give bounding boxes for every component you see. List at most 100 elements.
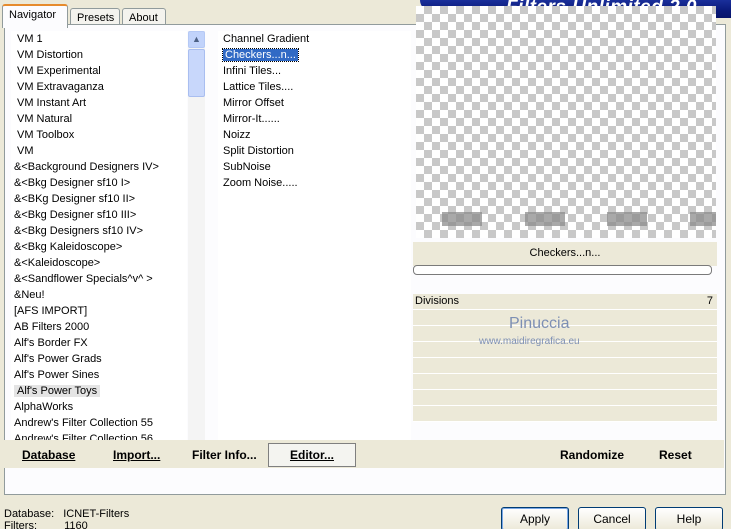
status-database: Database: ICNET-Filters [4, 508, 129, 520]
database-label: Database [22, 448, 76, 462]
category-item-label: &<Bkg Designer sf10 I> [14, 177, 131, 189]
tab-navigator-label: Navigator [9, 9, 57, 21]
filter-item[interactable]: Checkers...n... [218, 47, 411, 63]
apply-button[interactable]: Apply [501, 507, 569, 529]
filter-item[interactable]: SubNoise [218, 159, 411, 175]
category-item[interactable]: &<Bkg Designers sf10 IV> [11, 223, 187, 239]
param-row-divisions[interactable]: Divisions 7 [413, 294, 717, 310]
import-label: Import... [113, 448, 161, 462]
status-filters-value: 1160 [64, 520, 88, 529]
help-label: Help [676, 512, 702, 526]
filter-item[interactable]: Mirror Offset [218, 95, 411, 111]
category-item[interactable]: AlphaWorks [11, 399, 187, 415]
category-item-label: Alf's Power Grads [14, 353, 102, 365]
category-item-label: &<BKg Designer sf10 II> [14, 193, 136, 205]
category-item[interactable]: &<Kaleidoscope> [11, 255, 187, 271]
category-item[interactable]: VM Experimental [11, 63, 187, 79]
category-item[interactable]: VM Distortion [11, 47, 187, 63]
category-item[interactable]: Alf's Power Grads [11, 351, 187, 367]
filter-item[interactable]: Zoom Noise..... [218, 175, 411, 191]
category-item-label: Andrew's Filter Collection 55 [14, 417, 154, 429]
import-button[interactable]: Import... [113, 448, 160, 462]
param-label: Divisions [415, 295, 460, 307]
category-item-label: &Neu! [14, 289, 45, 301]
category-item[interactable]: VM Toolbox [11, 127, 187, 143]
category-item-label: VM Toolbox [17, 129, 75, 141]
progress-bar [413, 265, 712, 275]
editor-button[interactable]: Editor... [268, 443, 356, 467]
filter-item-label: Noizz [223, 129, 251, 141]
category-item[interactable]: VM Extravaganza [11, 79, 187, 95]
category-item[interactable]: VM [11, 143, 187, 159]
filter-item[interactable]: Split Distortion [218, 143, 411, 159]
category-list[interactable]: VM 1 VM Distortion VM Experimental VM Extra… [11, 31, 187, 463]
status-filters-label: Filters: [4, 520, 37, 529]
category-item-label: VM Natural [17, 113, 73, 125]
category-item-label: AB Filters 2000 [14, 321, 90, 333]
category-item[interactable]: &Neu! [11, 287, 187, 303]
category-item-label: VM [17, 145, 34, 157]
tab-presets-label: Presets [77, 12, 115, 24]
watermark-url: www.maidiregrafica.eu [479, 336, 580, 347]
preview-shape [442, 212, 482, 226]
param-value[interactable]: 7 [707, 295, 713, 307]
category-item[interactable]: &<Background Designers IV> [11, 159, 187, 175]
randomize-label: Randomize [560, 448, 625, 462]
category-item[interactable]: &<Sandflower Specials^v^ > [11, 271, 187, 287]
preview-shape [607, 212, 647, 226]
reset-button[interactable]: Reset [659, 448, 692, 462]
category-item[interactable]: Andrew's Filter Collection 55 [11, 415, 187, 431]
category-item[interactable]: &<BKg Designer sf10 II> [11, 191, 187, 207]
category-item[interactable]: Alf's Border FX [11, 335, 187, 351]
category-item-label: &<Background Designers IV> [14, 161, 159, 173]
category-item-label: &<Bkg Designer sf10 III> [14, 209, 137, 221]
database-button[interactable]: Database [22, 448, 75, 462]
scroll-up-button[interactable]: ▲ [188, 31, 205, 48]
tab-navigator[interactable]: Navigator [2, 4, 68, 28]
cancel-button[interactable]: Cancel [578, 507, 646, 529]
category-item[interactable]: &<Bkg Designer sf10 III> [11, 207, 187, 223]
filter-item[interactable]: Channel Gradient [218, 31, 411, 47]
tab-about-label: About [129, 12, 158, 24]
editor-label: Editor... [289, 448, 334, 462]
param-row-empty [413, 390, 717, 406]
filter-item[interactable]: Infini Tiles... [218, 63, 411, 79]
status-database-value: ICNET-Filters [63, 508, 130, 520]
filter-info-button[interactable]: Filter Info... [192, 448, 257, 462]
filter-item-label: Split Distortion [223, 145, 294, 157]
category-item[interactable]: AB Filters 2000 [11, 319, 187, 335]
status-database-label: Database: [4, 508, 55, 520]
reset-label: Reset [659, 448, 692, 462]
category-item-label: VM Distortion [17, 49, 84, 61]
preview-shape [690, 212, 716, 226]
category-scrollbar[interactable]: ▲ ▼ [188, 31, 205, 463]
filter-item[interactable]: Noizz [218, 127, 411, 143]
category-item[interactable]: VM Instant Art [11, 95, 187, 111]
scroll-thumb[interactable] [188, 49, 205, 97]
category-item-label: Alf's Power Toys [14, 385, 101, 397]
category-item-label: VM Extravaganza [17, 81, 104, 93]
filter-item-label: Lattice Tiles.... [223, 81, 294, 93]
param-row-empty [413, 406, 717, 422]
category-item-label: Alf's Border FX [14, 337, 88, 349]
category-item-label: &<Bkg Kaleidoscope> [14, 241, 123, 253]
filter-item[interactable]: Mirror-It...... [218, 111, 411, 127]
category-item[interactable]: &<Bkg Kaleidoscope> [11, 239, 187, 255]
category-item-label: &<Bkg Designers sf10 IV> [14, 225, 144, 237]
apply-label: Apply [519, 512, 551, 526]
filter-list[interactable]: Channel Gradient Checkers...n... Infini Ti… [218, 31, 411, 463]
param-row-empty [413, 358, 717, 374]
filter-item-label: Mirror-It...... [223, 113, 280, 125]
category-item-label: VM 1 [17, 33, 43, 45]
category-item[interactable]: VM Natural [11, 111, 187, 127]
preview-shape [525, 212, 565, 226]
status-filters: Filters: 1160 [4, 520, 88, 529]
category-item[interactable]: Alf's Power Sines [11, 367, 187, 383]
filter-item[interactable]: Lattice Tiles.... [218, 79, 411, 95]
category-item[interactable]: VM 1 [11, 31, 187, 47]
randomize-button[interactable]: Randomize [560, 448, 624, 462]
category-item[interactable]: Alf's Power Toys [11, 383, 187, 399]
category-item[interactable]: [AFS IMPORT] [11, 303, 187, 319]
category-item[interactable]: &<Bkg Designer sf10 I> [11, 175, 187, 191]
help-button[interactable]: Help [655, 507, 723, 529]
